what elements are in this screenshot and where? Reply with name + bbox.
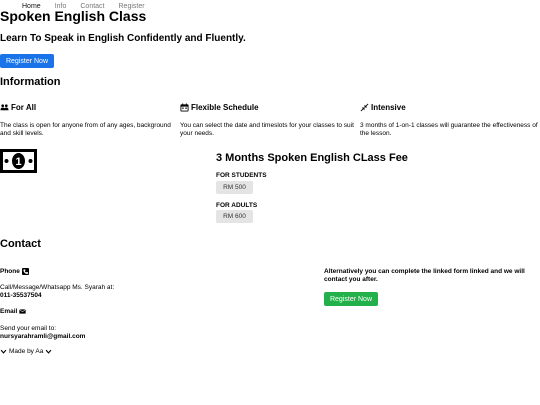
tagline: Learn To Speak in English Confidently an… (0, 33, 246, 44)
site-title: Spoken English Class (0, 8, 147, 24)
phone-label: Phone (0, 268, 29, 275)
adults-price-badge: RM 600 (216, 210, 253, 223)
adults-label: FOR ADULTS (216, 202, 258, 209)
students-price-badge: RM 500 (216, 181, 253, 194)
fee-heading: 3 Months Spoken English CLass Fee (216, 152, 408, 164)
alternative-form-text: Alternatively you can complete the linke… (324, 268, 525, 283)
footer: Made by Aa (0, 348, 52, 355)
phone-number[interactable]: 011-35537504 (0, 292, 42, 300)
email-label: Email (0, 308, 27, 315)
chevron-down-icon (45, 348, 52, 355)
compress-icon (360, 103, 369, 112)
information-heading: Information (0, 76, 61, 88)
feature-title-text: For All (11, 103, 37, 112)
email-text: Send your email to: (0, 325, 57, 332)
email-label-text: Email (0, 308, 18, 315)
phone-icon (21, 268, 29, 275)
feature-title-text: Flexible Schedule (191, 103, 259, 112)
contact-heading: Contact (0, 238, 41, 250)
money-bill-icon: 1 (0, 149, 37, 173)
phone-label-text: Phone (0, 268, 20, 275)
feature-flexible-schedule-title: Flexible Schedule (180, 103, 259, 112)
email-address[interactable]: nursyarahramli@gmail.com (0, 333, 85, 341)
contact-register-now-button[interactable]: Register Now (324, 292, 378, 306)
feature-for-all-text: The class is open for anyone from of any… (0, 122, 171, 137)
feature-intensive-title: Intensive (360, 103, 406, 112)
phone-text: Call/Message/Whatsapp Ms. Syarah at: (0, 284, 115, 291)
feature-for-all-title: For All (0, 103, 36, 112)
calendar-icon (180, 103, 189, 112)
svg-text:1: 1 (15, 156, 21, 168)
feature-flexible-schedule-text: You can select the date and timeslots fo… (180, 122, 354, 137)
register-now-button[interactable]: Register Now (0, 54, 54, 68)
chevron-down-icon (0, 348, 7, 355)
feature-title-text: Intensive (371, 103, 406, 112)
feature-intensive-text: 3 months of 1-on-1 classes will guarante… (360, 122, 538, 137)
envelope-icon (19, 308, 27, 315)
students-label: FOR STUDENTS (216, 172, 267, 179)
users-icon (0, 103, 9, 112)
footer-text: Made by Aa (9, 348, 44, 355)
